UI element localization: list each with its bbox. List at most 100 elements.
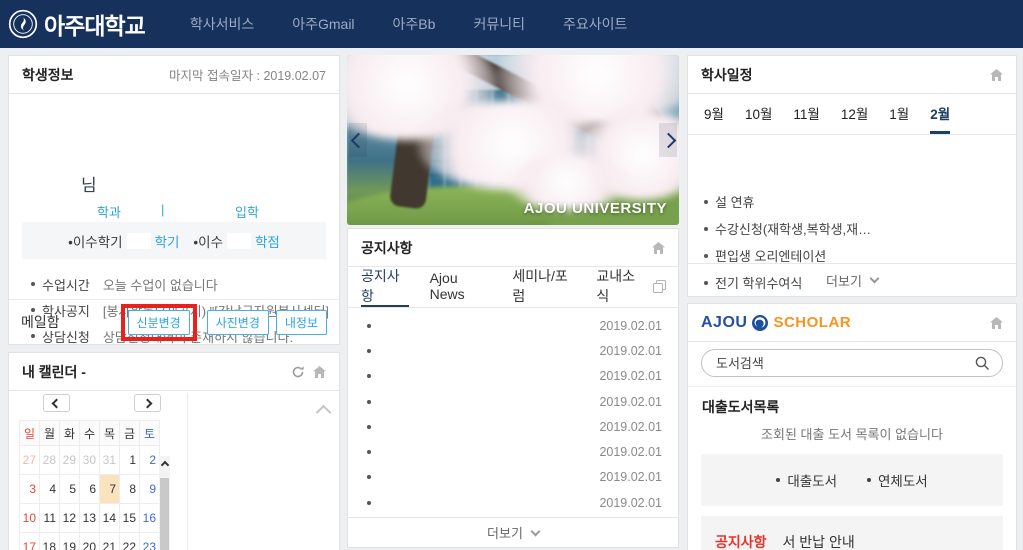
calendar-day[interactable]: 11 — [40, 504, 60, 533]
credit-suffix[interactable]: 학점 — [255, 231, 280, 251]
tab-month-10[interactable]: 10월 — [745, 94, 772, 134]
calendar-day[interactable]: 31 — [100, 446, 120, 475]
ajou-scholar-logo[interactable]: AJOU SCHOLAR — [701, 314, 851, 332]
semester-suffix[interactable]: 학기 — [155, 231, 180, 251]
tab-seminar-forum[interactable]: 세미나/포럼 — [512, 267, 575, 307]
calendar-day-header: 목 — [100, 421, 120, 446]
calendar-day[interactable]: 20 — [80, 533, 100, 550]
tab-loaned-books[interactable]: 대출도서 — [776, 470, 837, 490]
calendar-day[interactable]: 30 — [80, 446, 100, 475]
home-icon[interactable] — [990, 69, 1003, 81]
calendar-day[interactable]: 15 — [120, 504, 140, 533]
my-info-button[interactable]: 내정보 — [276, 310, 327, 335]
tab-overdue-books[interactable]: 연체도서 — [867, 470, 928, 490]
nav-item-ajou-gmail[interactable]: 아주Gmail — [292, 14, 354, 34]
notice-row[interactable]: 2019.02.01 — [348, 313, 678, 338]
scroll-up-icon[interactable] — [159, 456, 170, 474]
tab-month-2[interactable]: 2월 — [930, 94, 950, 134]
calendar-day[interactable]: 23 — [140, 533, 160, 550]
calendar-day[interactable]: 5 — [60, 475, 80, 504]
info-row-class-time[interactable]: 수업시간 오늘 수업이 없습니다 — [9, 271, 339, 297]
info-label: 수업시간 — [42, 275, 90, 294]
last-access: 마지막 접속일자 : 2019.02.07 — [169, 65, 326, 84]
collapse-chevron-icon[interactable] — [318, 405, 329, 423]
tab-notice[interactable]: 공지사항 — [361, 267, 409, 307]
calendar-day[interactable]: 28 — [40, 446, 60, 475]
calendar-day[interactable]: 2 — [140, 446, 160, 475]
search-icon[interactable] — [975, 356, 990, 371]
calendar-day[interactable]: 29 — [60, 446, 80, 475]
calendar-day[interactable]: 22 — [120, 533, 140, 550]
calendar-day[interactable]: 1 — [120, 446, 140, 475]
calendar-day[interactable]: 9 — [140, 475, 160, 504]
library-notice-box[interactable]: 공지사항 서 반납 안내 — [701, 516, 1003, 550]
university-logo[interactable]: 아주대학교 — [8, 7, 145, 41]
calendar-next-button[interactable] — [134, 394, 161, 412]
calendar-prev-button[interactable] — [43, 394, 70, 412]
schedule-panel-title: 학사일정 — [701, 65, 753, 85]
home-icon[interactable] — [313, 366, 326, 378]
nav-item-haksa-service[interactable]: 학사서비스 — [190, 14, 254, 34]
dept-label[interactable]: 학과 — [97, 202, 121, 221]
refresh-icon[interactable] — [291, 365, 305, 379]
portal-page: 아주대학교 학사서비스 아주Gmail 아주Bb 커뮤니티 주요사이트 학생정보… — [0, 0, 1023, 550]
carousel-next-icon[interactable] — [659, 123, 677, 157]
university-name[interactable]: 아주대학교 — [44, 7, 145, 41]
calendar-day[interactable]: 27 — [20, 446, 40, 475]
calendar-day[interactable]: 13 — [80, 504, 100, 533]
ajou-scholar-panel: AJOU SCHOLAR — [687, 303, 1017, 550]
notice-row[interactable]: 2019.02.01 — [348, 389, 678, 414]
bullet-icon — [367, 475, 371, 479]
nav-item-ajou-bb[interactable]: 아주Bb — [393, 14, 436, 34]
schedule-more-button[interactable]: 더보기 — [688, 263, 1016, 296]
calendar-day[interactable]: 4 — [40, 475, 60, 504]
schedule-item[interactable]: 수강신청(재학생,복학생,재… — [688, 215, 1016, 242]
calendar-day[interactable]: 21 — [100, 533, 120, 550]
nav-item-main-sites[interactable]: 주요사이트 — [563, 14, 627, 34]
notice-row[interactable]: 2019.02.01 — [348, 364, 678, 389]
photo-change-button[interactable]: 사진변경 — [207, 310, 269, 335]
calendar-day[interactable]: 12 — [60, 504, 80, 533]
calendar-day[interactable]: 3 — [20, 475, 40, 504]
notice-row[interactable]: 2019.02.01 — [348, 414, 678, 439]
schedule-item[interactable]: 설 연휴 — [688, 188, 1016, 215]
admission-label[interactable]: 입학 — [235, 202, 259, 221]
notice-row[interactable]: 2019.02.01 — [348, 490, 678, 515]
popup-window-icon[interactable] — [653, 280, 666, 293]
tab-month-12[interactable]: 12월 — [841, 94, 868, 134]
tab-month-1[interactable]: 1월 — [889, 94, 909, 134]
calendar-day[interactable]: 14 — [100, 504, 120, 533]
calendar-day[interactable]: 17 — [20, 533, 40, 550]
photo-carousel[interactable]: AJOU UNIVERSITY — [347, 55, 679, 225]
carousel-prev-icon[interactable] — [349, 123, 367, 157]
tab-campus-news[interactable]: 교내소식 — [596, 267, 644, 307]
carousel-caption: AJOU UNIVERSITY — [524, 200, 667, 217]
notice-row[interactable]: 2019.02.01 — [348, 465, 678, 490]
more-label: 더보기 — [487, 523, 523, 542]
calendar-day[interactable]: 6 — [80, 475, 100, 504]
tab-month-11[interactable]: 11월 — [793, 94, 819, 134]
calendar-day[interactable]: 10 — [20, 504, 40, 533]
library-notice-title[interactable]: 서 반납 안내 — [783, 532, 855, 550]
book-search-input[interactable] — [714, 355, 975, 372]
calendar-day[interactable]: 16 — [140, 504, 160, 533]
notice-more-button[interactable]: 더보기 — [348, 517, 678, 547]
identity-change-button[interactable]: 신분변경 — [128, 310, 190, 335]
scrollbar-thumb[interactable] — [160, 478, 169, 550]
notice-row[interactable]: 2019.02.01 — [348, 439, 678, 464]
calendar-scrollbar[interactable] — [159, 456, 170, 550]
home-icon[interactable] — [990, 317, 1003, 329]
notice-row[interactable]: 2019.02.01 — [348, 338, 678, 363]
tab-month-9[interactable]: 9월 — [704, 94, 724, 134]
notice-panel: 공지사항 공지사항 Ajou News 세미나/포럼 교내소식 2019.02.… — [347, 228, 679, 548]
calendar-day-header: 월 — [40, 421, 60, 446]
calendar-day[interactable]: 19 — [60, 533, 80, 550]
chevron-down-icon — [530, 526, 540, 536]
calendar-day[interactable]: 8 — [120, 475, 140, 504]
home-icon[interactable] — [652, 242, 665, 254]
calendar-day[interactable]: 7 — [100, 475, 120, 504]
calendar-day[interactable]: 18 — [40, 533, 60, 550]
tab-ajou-news[interactable]: Ajou News — [430, 267, 492, 307]
mailbox-label[interactable]: 메일함 — [21, 312, 121, 332]
nav-item-community[interactable]: 커뮤니티 — [473, 14, 525, 34]
